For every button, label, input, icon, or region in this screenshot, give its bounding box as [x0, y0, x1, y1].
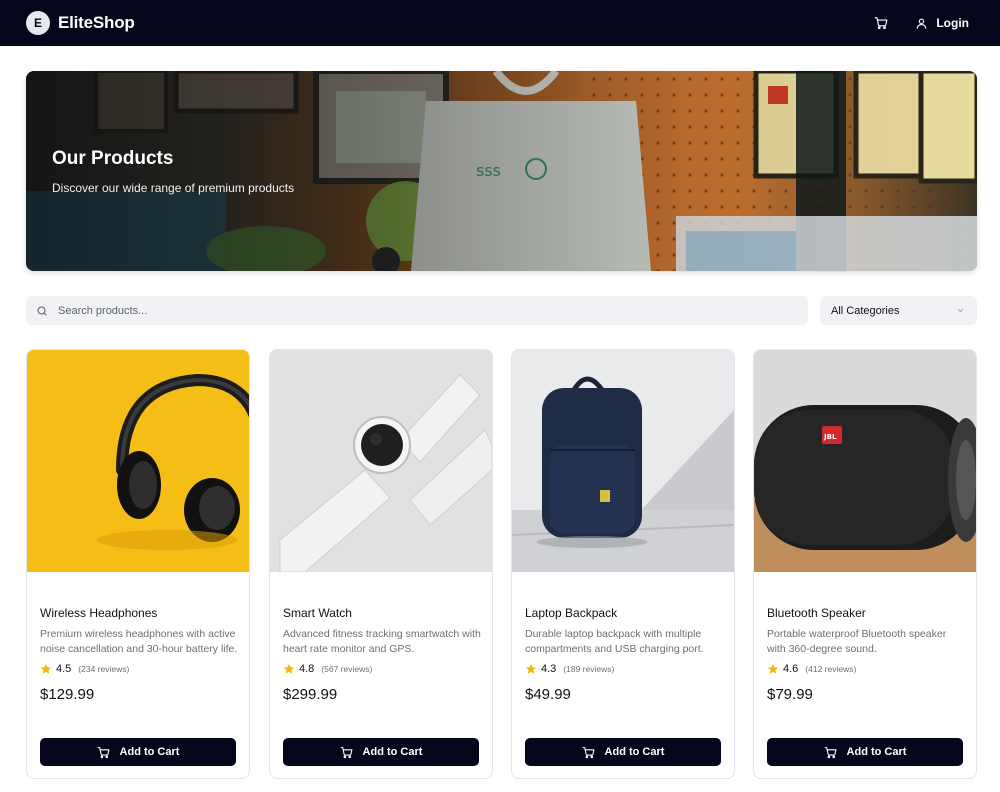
- rating-value: 4.6: [783, 663, 799, 675]
- top-navbar: E EliteShop Login: [0, 0, 1000, 46]
- user-icon: [916, 18, 927, 29]
- headphones-image: [27, 350, 249, 572]
- speaker-image: JBL: [754, 350, 976, 572]
- product-image[interactable]: [512, 350, 734, 572]
- cart-icon: [824, 746, 837, 758]
- product-card: Smart Watch Advanced fitness tracking sm…: [269, 349, 493, 779]
- search-bar: [26, 296, 808, 325]
- product-card: Laptop Backpack Durable laptop backpack …: [511, 349, 735, 779]
- product-description: Premium wireless headphones with active …: [40, 628, 238, 655]
- brand-name: EliteShop: [58, 13, 135, 32]
- product-name[interactable]: Wireless Headphones: [40, 606, 157, 620]
- cart-icon: [97, 746, 110, 758]
- product-card: Wireless Headphones Premium wireless hea…: [26, 349, 250, 779]
- hero-banner: ꜱꜱꜱ Our Products Discover our wide range…: [26, 71, 977, 271]
- product-name[interactable]: Laptop Backpack: [525, 606, 617, 620]
- category-select[interactable]: All Categories: [820, 296, 977, 325]
- product-image[interactable]: JBL: [754, 350, 976, 572]
- product-rating: 4.6 (412 reviews): [767, 663, 856, 675]
- cart-button[interactable]: [873, 15, 889, 31]
- category-select-value: All Categories: [831, 304, 900, 317]
- product-rating: 4.3 (189 reviews): [525, 663, 614, 675]
- svg-text:JBL: JBL: [823, 433, 837, 441]
- rating-value: 4.8: [299, 663, 315, 675]
- star-icon: [40, 664, 52, 674]
- product-image[interactable]: [270, 350, 492, 572]
- login-button[interactable]: Login: [915, 16, 969, 30]
- product-card: JBL Bluetooth Speaker Portable waterproo…: [753, 349, 977, 779]
- add-to-cart-button[interactable]: Add to Cart: [40, 738, 236, 766]
- product-name[interactable]: Smart Watch: [283, 606, 352, 620]
- add-to-cart-button[interactable]: Add to Cart: [525, 738, 721, 766]
- product-grid: Wireless Headphones Premium wireless hea…: [26, 349, 977, 779]
- product-price: $49.99: [525, 686, 571, 703]
- star-icon: [283, 664, 295, 674]
- chevron-down-icon: [957, 308, 964, 313]
- add-to-cart-button[interactable]: Add to Cart: [283, 738, 479, 766]
- add-to-cart-button[interactable]: Add to Cart: [767, 738, 963, 766]
- add-to-cart-label: Add to Cart: [119, 746, 180, 758]
- product-price: $299.99: [283, 686, 338, 703]
- brand-home-link[interactable]: E EliteShop: [26, 11, 135, 35]
- product-price: $129.99: [40, 686, 95, 703]
- rating-value: 4.3: [541, 663, 557, 675]
- hero-subtitle: Discover our wide range of premium produ…: [52, 181, 295, 195]
- product-rating: 4.5 (234 reviews): [40, 663, 129, 675]
- product-rating: 4.8 (567 reviews): [283, 663, 372, 675]
- product-description: Durable laptop backpack with multiple co…: [525, 628, 704, 655]
- product-price: $79.99: [767, 686, 813, 703]
- review-count: (234 reviews): [78, 664, 130, 674]
- product-name[interactable]: Bluetooth Speaker: [767, 606, 866, 620]
- hero-overlay: [26, 71, 977, 271]
- search-icon: [37, 305, 47, 316]
- product-image[interactable]: [27, 350, 249, 572]
- rating-value: 4.5: [56, 663, 72, 675]
- add-to-cart-label: Add to Cart: [846, 746, 907, 758]
- product-description: Advanced fitness tracking smartwatch wit…: [283, 628, 481, 655]
- smart-watch-image: [270, 350, 492, 572]
- hero-title: Our Products: [52, 148, 174, 169]
- cart-icon: [340, 746, 353, 758]
- star-icon: [767, 664, 779, 674]
- cart-icon: [582, 746, 595, 758]
- backpack-image: [512, 350, 734, 572]
- add-to-cart-label: Add to Cart: [362, 746, 423, 758]
- review-count: (567 reviews): [321, 664, 373, 674]
- star-icon: [525, 664, 537, 674]
- header-actions: Login: [873, 15, 969, 31]
- login-label: Login: [936, 16, 969, 30]
- cart-icon: [874, 17, 888, 30]
- brand-logo: E: [26, 11, 50, 35]
- review-count: (412 reviews): [805, 664, 857, 674]
- search-input[interactable]: [58, 304, 758, 317]
- product-description: Portable waterproof Bluetooth speaker wi…: [767, 628, 947, 655]
- add-to-cart-label: Add to Cart: [604, 746, 665, 758]
- review-count: (189 reviews): [563, 664, 615, 674]
